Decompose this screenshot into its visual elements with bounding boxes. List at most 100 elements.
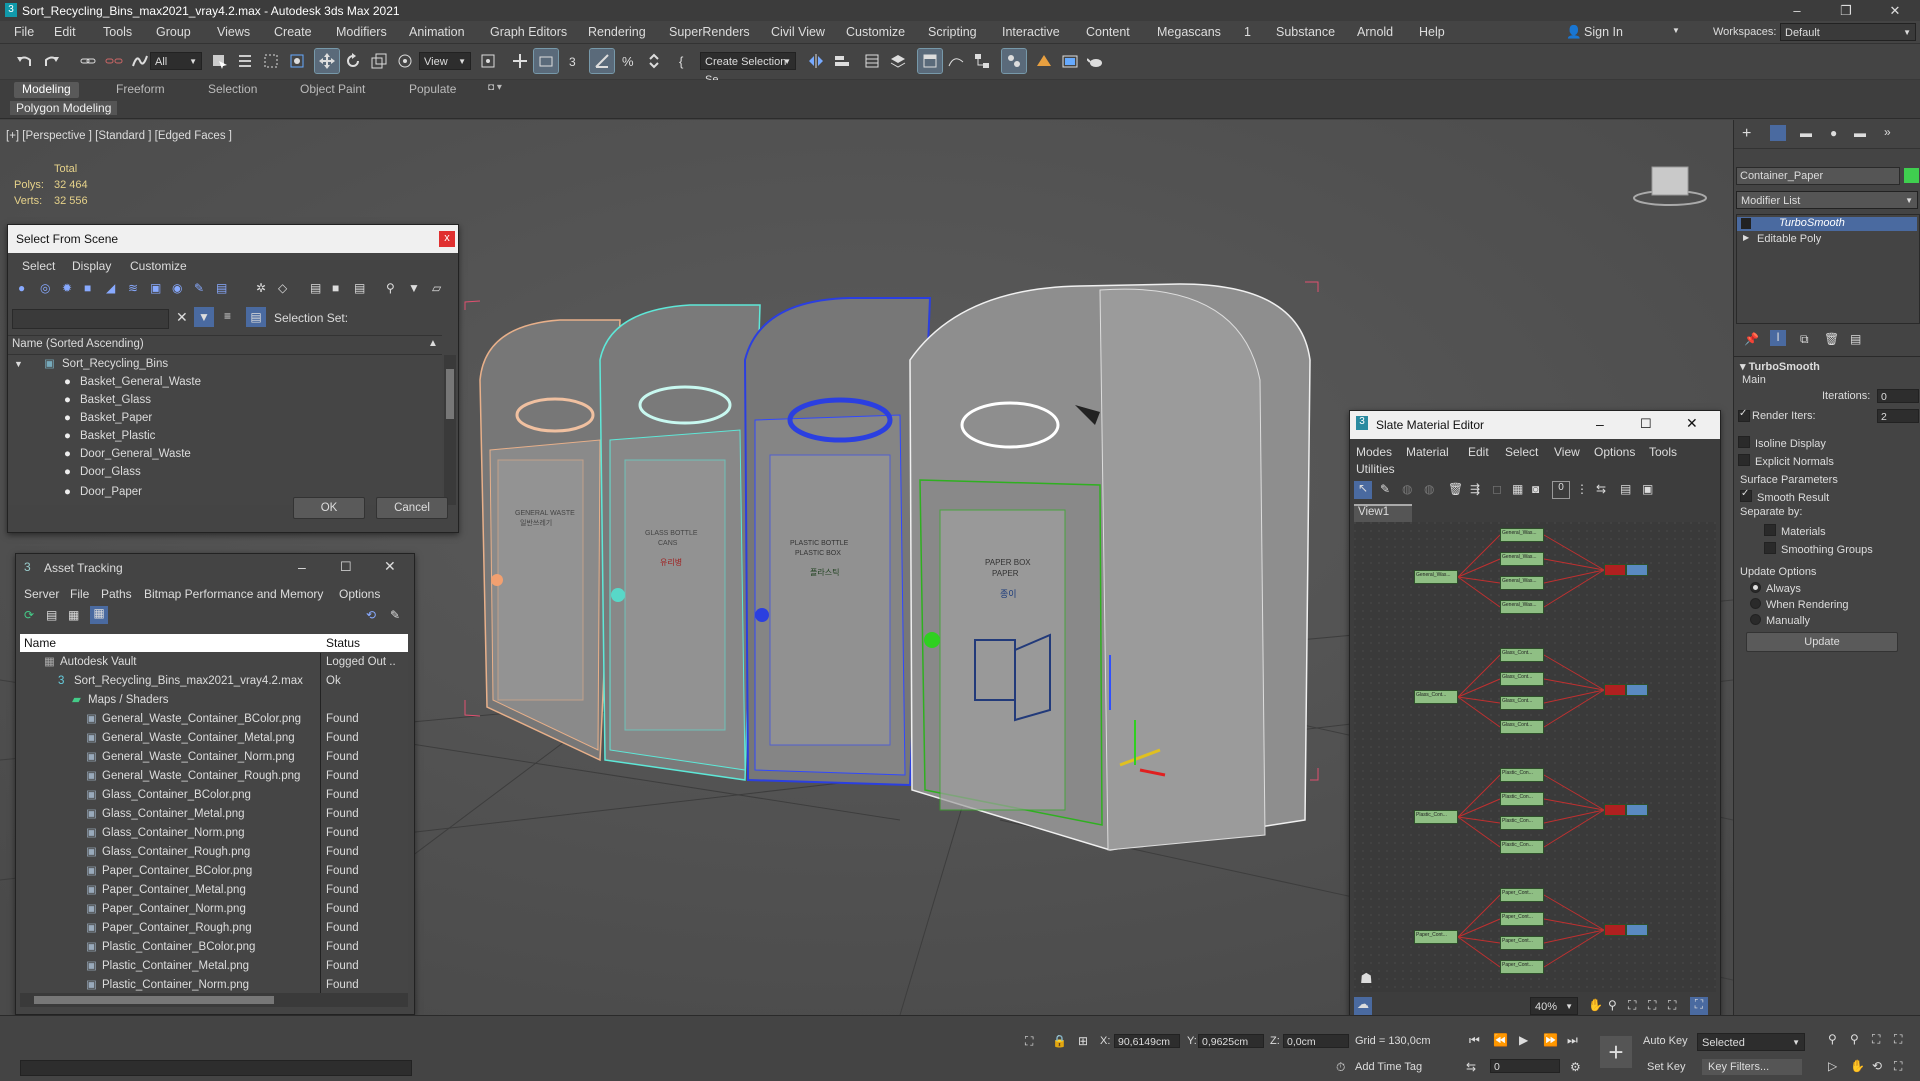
menu-help[interactable]: Help xyxy=(1419,25,1445,39)
layout-icon[interactable]: 0 xyxy=(1552,481,1570,499)
spinner-snap-toggle[interactable] xyxy=(642,49,666,73)
list-item[interactable]: ● Door_General_Waste xyxy=(8,445,442,464)
display-frozen-icon[interactable]: ✲ xyxy=(256,281,266,295)
menu-substance[interactable]: Substance xyxy=(1276,25,1335,39)
slate-menu-options[interactable]: Options xyxy=(1594,445,1635,459)
rendered-frame-window-button[interactable] xyxy=(1058,49,1082,73)
menu-create[interactable]: Create xyxy=(274,25,312,39)
tab-freeform[interactable]: Freeform xyxy=(116,82,165,96)
menu-scripting[interactable]: Scripting xyxy=(928,25,977,39)
current-frame-field[interactable]: 0 xyxy=(1490,1059,1560,1073)
rollout-turbosmooth[interactable]: ▾ TurboSmooth xyxy=(1740,360,1820,373)
key-selection-select[interactable]: Selected ▼ xyxy=(1697,1033,1805,1051)
select-object-button[interactable] xyxy=(207,49,231,73)
configure-sets-icon[interactable]: ▤ xyxy=(1850,332,1861,346)
asset-col-name[interactable]: Name xyxy=(24,636,56,650)
table-row[interactable]: ▣ General_Waste_Container_Rough.png Found xyxy=(20,767,408,786)
help-icon[interactable]: ⟲ xyxy=(366,608,376,622)
menu-edit[interactable]: Edit xyxy=(54,25,76,39)
selection-filter-select[interactable]: All ▼ xyxy=(150,52,202,70)
link-button[interactable] xyxy=(76,49,100,73)
material-node[interactable]: Plastic_Con... xyxy=(1500,840,1544,854)
display-helpers-icon[interactable]: ◢ xyxy=(106,281,115,295)
display-hidden-icon[interactable]: ◇ xyxy=(278,281,287,295)
orbit-icon[interactable]: ⟲ xyxy=(1872,1059,1882,1073)
list-view-icon[interactable]: ▤ xyxy=(46,608,57,622)
material-node[interactable]: Paper_Cont... xyxy=(1414,930,1458,944)
hand-pan-icon[interactable]: ✋ xyxy=(1588,998,1603,1012)
time-config-icon[interactable]: ⇆ xyxy=(1466,1060,1476,1074)
display-geometry-icon[interactable]: ● xyxy=(18,281,25,295)
menu-rendering[interactable]: Rendering xyxy=(588,25,646,39)
material-node[interactable]: Plastic_Con... xyxy=(1414,810,1458,824)
settings-icon[interactable]: ✎ xyxy=(390,608,400,622)
sfs-scroll-thumb[interactable] xyxy=(446,369,454,419)
material-node[interactable] xyxy=(1626,684,1648,696)
select-manipulate-button[interactable] xyxy=(508,49,532,73)
menu-civil-view[interactable]: Civil View xyxy=(771,25,825,39)
table-row[interactable]: ▣ Paper_Container_Norm.png Found xyxy=(20,900,408,919)
asset-menu-paths[interactable]: Paths xyxy=(101,587,132,601)
rect-selection-region-button[interactable] xyxy=(259,49,283,73)
tab-modeling[interactable]: Modeling xyxy=(14,82,79,98)
pivot-center-button[interactable] xyxy=(476,49,500,73)
display-shapes-icon[interactable]: ◎ xyxy=(40,281,50,295)
zoom-extents-all-icon[interactable]: ⛶ xyxy=(1894,1032,1902,1047)
material-node[interactable]: General_Was... xyxy=(1500,576,1544,590)
remove-modifier-icon[interactable]: 🗑 xyxy=(1824,332,1839,346)
material-node[interactable]: General_Was... xyxy=(1414,570,1458,584)
asset-menu-options[interactable]: Options xyxy=(339,587,380,601)
hierarchy-tab-icon[interactable]: ▬ xyxy=(1800,126,1812,140)
undo-button[interactable] xyxy=(12,49,36,73)
select-tool-icon[interactable]: ↖ xyxy=(1354,481,1372,499)
pin-stack-icon[interactable]: 📌 xyxy=(1744,332,1759,346)
zoom-all-icon[interactable]: ⚲ xyxy=(1850,1032,1859,1046)
next-frame-icon[interactable]: ⏩ xyxy=(1543,1033,1558,1047)
sfs-search-input[interactable] xyxy=(12,309,169,329)
polygon-modeling-panel[interactable]: Polygon Modeling xyxy=(10,101,118,115)
list-item[interactable]: ● Basket_Glass xyxy=(8,391,442,410)
move-button[interactable] xyxy=(314,48,340,74)
zoom-extents-selected-icon[interactable]: ⛶ xyxy=(1668,998,1676,1013)
material-node[interactable] xyxy=(1626,924,1648,936)
slate-minimize-button[interactable]: – xyxy=(1596,416,1604,432)
display-groups-icon[interactable]: ▣ xyxy=(150,281,161,295)
pan-view-icon[interactable]: ✋ xyxy=(1850,1059,1865,1073)
slate-view-tab[interactable]: View1 xyxy=(1354,504,1412,522)
redo-button[interactable] xyxy=(40,49,64,73)
table-row[interactable]: ▣ General_Waste_Container_Metal.png Found xyxy=(20,729,408,748)
modifier-list-select[interactable]: Modifier List ▼ xyxy=(1736,191,1918,209)
table-row[interactable]: ▣ Plastic_Container_BColor.png Found xyxy=(20,938,408,957)
asset-col-status[interactable]: Status xyxy=(326,636,360,650)
move-children-icon[interactable]: ⇶ xyxy=(1470,482,1480,496)
sfs-menu-select[interactable]: Select xyxy=(22,259,55,273)
filter-toggle-button[interactable]: ▼ xyxy=(194,307,214,327)
angle-snap-toggle[interactable] xyxy=(589,48,615,74)
coord-x-field[interactable]: 90,6149cm xyxy=(1114,1034,1180,1048)
material-node[interactable]: Plastic_Con... xyxy=(1500,816,1544,830)
pick-material-icon[interactable]: ✎ xyxy=(1380,482,1390,496)
material-node[interactable]: General_Was... xyxy=(1500,528,1544,542)
lock-selection-icon[interactable]: 🔒 xyxy=(1052,1034,1067,1048)
clear-search-icon[interactable]: ✕ xyxy=(176,309,188,326)
material-node[interactable]: Paper_Cont... xyxy=(1500,888,1544,902)
menu-content[interactable]: Content xyxy=(1086,25,1130,39)
slate-close-button[interactable]: ✕ xyxy=(1686,415,1698,432)
menu-graph-editors[interactable]: Graph Editors xyxy=(490,25,567,39)
render-iters-spinner[interactable]: 2 xyxy=(1877,409,1919,423)
materials-checkbox[interactable]: Materials xyxy=(1764,524,1826,538)
table-row[interactable]: ▣ General_Waste_Container_Norm.png Found xyxy=(20,748,408,767)
table-row[interactable]: ▣ Glass_Container_Norm.png Found xyxy=(20,824,408,843)
material-node[interactable]: Plastic_Con... xyxy=(1500,768,1544,782)
filter-funnel-icon[interactable]: ▼ xyxy=(408,281,420,295)
filter-icon[interactable]: ⚲ xyxy=(386,281,395,295)
mirror-button[interactable] xyxy=(804,49,828,73)
zoom-select[interactable]: 40% ▼ xyxy=(1530,997,1578,1015)
modifier-toggle-icon[interactable] xyxy=(1741,218,1751,229)
snaps-toggle[interactable]: 3 xyxy=(564,49,588,73)
tab-object-paint[interactable]: Object Paint xyxy=(300,82,365,96)
material-node[interactable]: General_Was... xyxy=(1500,600,1544,614)
table-row[interactable]: ▣ Paper_Container_Metal.png Found xyxy=(20,881,408,900)
menu-megascans[interactable]: Megascans xyxy=(1157,25,1221,39)
create-tab-icon[interactable]: + xyxy=(1742,125,1751,143)
